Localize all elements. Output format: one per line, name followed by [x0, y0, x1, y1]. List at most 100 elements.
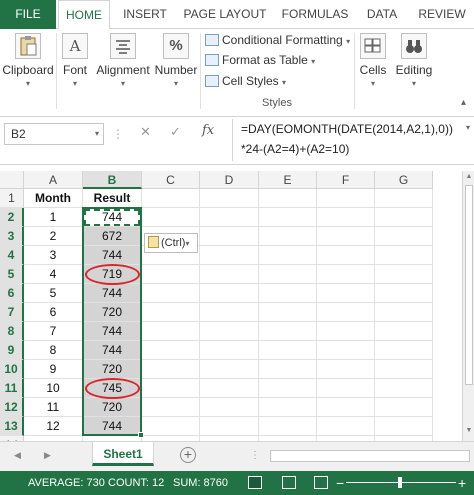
cell-b1[interactable]: Result [83, 189, 142, 208]
cell-a10[interactable]: 9 [24, 360, 83, 379]
cell-e10[interactable] [259, 360, 317, 379]
cell-d12[interactable] [200, 398, 259, 417]
row-header-7[interactable]: 7 [0, 303, 24, 322]
cell-a7[interactable]: 6 [24, 303, 83, 322]
cell-g4[interactable] [375, 246, 433, 265]
cell-d3[interactable] [200, 227, 259, 246]
tab-data[interactable]: DATA [360, 0, 404, 29]
tab-insert[interactable]: INSERT [116, 0, 174, 29]
cell-g9[interactable] [375, 341, 433, 360]
row-header-3[interactable]: 3 [0, 227, 24, 246]
row-header-12[interactable]: 12 [0, 398, 24, 417]
enter-check-icon[interactable]: ✓ [170, 124, 181, 140]
cell-e8[interactable] [259, 322, 317, 341]
cell-e13[interactable] [259, 417, 317, 436]
cell-e11[interactable] [259, 379, 317, 398]
cell-f1[interactable] [317, 189, 375, 208]
cell-d6[interactable] [200, 284, 259, 303]
worksheet-grid[interactable]: A B C D E F G 1 Month Result 2 1 744 3 2 672 4 3 744 5 4 719 6… [0, 171, 462, 441]
cell-f2[interactable] [317, 208, 375, 227]
column-header-d[interactable]: D [200, 171, 259, 189]
scroll-up-icon[interactable]: ▲ [463, 173, 474, 180]
zoom-out-icon[interactable]: − [336, 471, 344, 495]
cell-g8[interactable] [375, 322, 433, 341]
row-header-11[interactable]: 11 [0, 379, 24, 398]
cell-a3[interactable]: 2 [24, 227, 83, 246]
cell-a1[interactable]: Month [24, 189, 83, 208]
insert-function-button[interactable]: fx [202, 123, 214, 138]
cell-b10[interactable]: 720 [83, 360, 142, 379]
row-header-4[interactable]: 4 [0, 246, 24, 265]
cell-a4[interactable]: 3 [24, 246, 83, 265]
collapse-ribbon-icon[interactable]: ▴ [461, 97, 466, 108]
cell-e9[interactable] [259, 341, 317, 360]
tab-split-grip-icon[interactable]: ⋮ [250, 450, 260, 461]
cell-b4[interactable]: 744 [83, 246, 142, 265]
column-header-b[interactable]: B [83, 171, 142, 189]
cell-g5[interactable] [375, 265, 433, 284]
column-header-c[interactable]: C [142, 171, 200, 189]
cell-e3[interactable] [259, 227, 317, 246]
cell-a5[interactable]: 4 [24, 265, 83, 284]
expand-formula-bar-icon[interactable]: ▾ [466, 123, 470, 132]
cell-e5[interactable] [259, 265, 317, 284]
cell-f9[interactable] [317, 341, 375, 360]
cell-d4[interactable] [200, 246, 259, 265]
cell-c1[interactable] [142, 189, 200, 208]
alignment-group[interactable]: Alignment ▾ [96, 29, 150, 109]
cell-g1[interactable] [375, 189, 433, 208]
cell-g2[interactable] [375, 208, 433, 227]
cell-f7[interactable] [317, 303, 375, 322]
cell-g13[interactable] [375, 417, 433, 436]
cell-a13[interactable]: 12 [24, 417, 83, 436]
tab-file[interactable]: FILE [0, 0, 56, 29]
zoom-in-icon[interactable]: + [458, 471, 466, 495]
row-header-5[interactable]: 5 [0, 265, 24, 284]
cell-f6[interactable] [317, 284, 375, 303]
cell-a11[interactable]: 10 [24, 379, 83, 398]
prev-sheet-icon[interactable]: ◀ [14, 450, 21, 461]
cell-d13[interactable] [200, 417, 259, 436]
cell-d7[interactable] [200, 303, 259, 322]
cell-d8[interactable] [200, 322, 259, 341]
page-layout-view-icon[interactable] [282, 476, 296, 489]
cell-d11[interactable] [200, 379, 259, 398]
tab-home[interactable]: HOME [58, 0, 110, 30]
paste-options-button[interactable]: (Ctrl)▾ [144, 233, 198, 253]
select-all-corner[interactable] [0, 171, 24, 189]
clipboard-group[interactable]: Clipboard ▾ [2, 29, 54, 109]
cell-d5[interactable] [200, 265, 259, 284]
row-header-10[interactable]: 10 [0, 360, 24, 379]
cell-c8[interactable] [142, 322, 200, 341]
cell-b12[interactable]: 720 [83, 398, 142, 417]
cell-g11[interactable] [375, 379, 433, 398]
tab-formulas[interactable]: FORMULAS [276, 0, 354, 29]
cell-c10[interactable] [142, 360, 200, 379]
cell-g10[interactable] [375, 360, 433, 379]
tab-page-layout[interactable]: PAGE LAYOUT [180, 0, 270, 29]
zoom-slider-handle[interactable] [398, 477, 402, 488]
scrollbar-thumb[interactable] [465, 185, 473, 385]
cell-g6[interactable] [375, 284, 433, 303]
cell-b2[interactable]: 744 [83, 208, 142, 227]
row-header-8[interactable]: 8 [0, 322, 24, 341]
name-box[interactable]: B2 ▾ [4, 123, 104, 145]
cell-e4[interactable] [259, 246, 317, 265]
vertical-scrollbar[interactable]: ▲ ▼ [462, 171, 474, 441]
cell-a8[interactable]: 7 [24, 322, 83, 341]
horizontal-scrollbar[interactable] [270, 450, 470, 462]
cell-c5[interactable] [142, 265, 200, 284]
cell-c7[interactable] [142, 303, 200, 322]
cell-d1[interactable] [200, 189, 259, 208]
cell-f8[interactable] [317, 322, 375, 341]
number-group[interactable]: % Number ▾ [154, 29, 198, 109]
cell-b6[interactable]: 744 [83, 284, 142, 303]
cell-b11[interactable]: 745 [83, 379, 142, 398]
scroll-down-icon[interactable]: ▼ [463, 427, 474, 434]
cell-c9[interactable] [142, 341, 200, 360]
row-header-6[interactable]: 6 [0, 284, 24, 303]
add-sheet-icon[interactable]: + [180, 447, 196, 463]
cell-a2[interactable]: 1 [24, 208, 83, 227]
row-header-1[interactable]: 1 [0, 189, 24, 208]
cell-g12[interactable] [375, 398, 433, 417]
